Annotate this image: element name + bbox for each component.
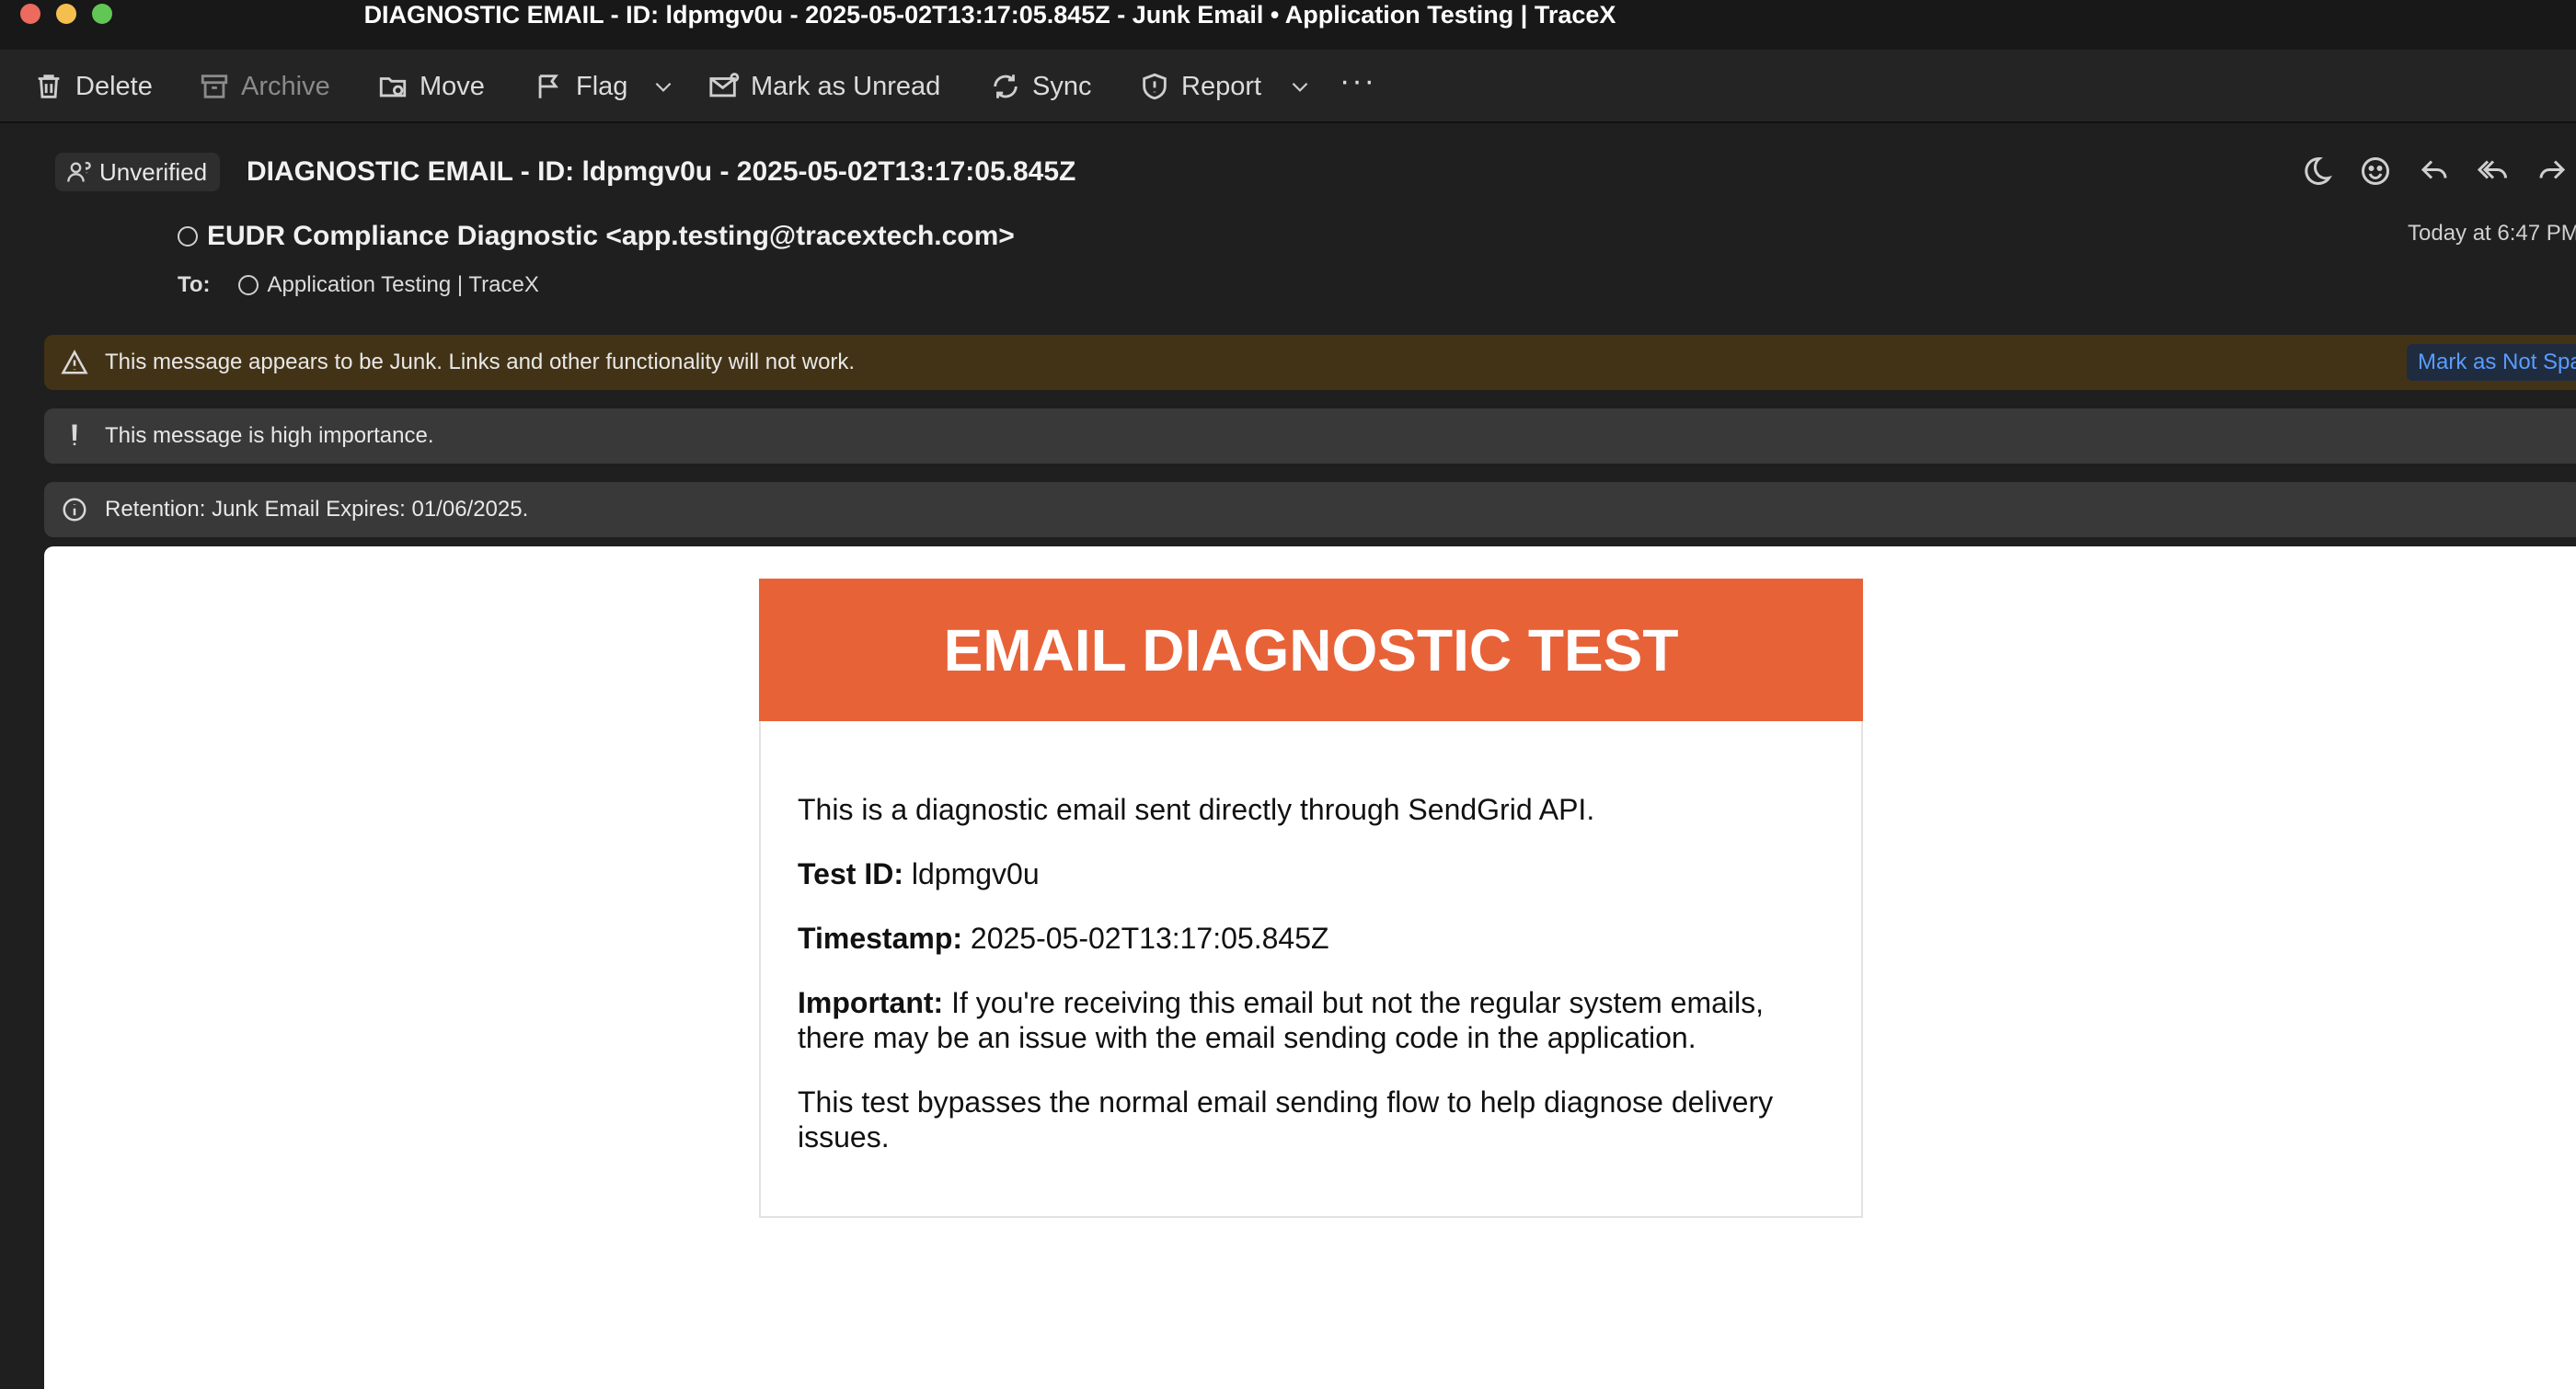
unverified-label: Unverified	[99, 157, 208, 186]
important-line: Important: If you're receiving this emai…	[798, 985, 1828, 1055]
junk-warning-banner: This message appears to be Junk. Links a…	[44, 335, 2576, 390]
important-text: If you're receiving this email but not t…	[798, 986, 1765, 1054]
importance-text: This message is high importance.	[105, 423, 434, 448]
exclamation-icon	[72, 424, 77, 445]
forward-icon[interactable]	[2536, 155, 2569, 188]
sync-label: Sync	[1032, 71, 1092, 101]
recipient-row: To: Application Testing | TraceX	[178, 272, 539, 298]
test-id-label: Test ID:	[798, 857, 903, 890]
message-body-pane: EMAIL DIAGNOSTIC TEST This is a diagnost…	[44, 546, 2576, 1389]
chevron-down-icon	[655, 82, 672, 92]
flag-button[interactable]: Flag	[534, 66, 627, 107]
window-title: DIAGNOSTIC EMAIL - ID: ldpmgv0u - 2025-0…	[363, 1, 1616, 29]
archive-button[interactable]: Archive	[199, 66, 330, 107]
message-toolbar: Delete Archive Move Flag Mark as Unread …	[0, 50, 2576, 123]
timestamp-label: Timestamp:	[798, 922, 963, 955]
flag-label: Flag	[576, 71, 628, 101]
to-label: To:	[178, 272, 211, 297]
trash-icon	[38, 75, 60, 98]
flag-icon	[538, 75, 558, 98]
emoji-reaction-icon[interactable]	[2359, 155, 2392, 188]
message-date: Today at 6:47 PM	[2408, 221, 2576, 246]
shield-icon	[1143, 73, 1167, 100]
junk-warning-text: This message appears to be Junk. Links a…	[105, 350, 856, 374]
window-titlebar: DIAGNOSTIC EMAIL - ID: ldpmgv0u - 2025-0…	[0, 0, 2576, 50]
move-button[interactable]: Move	[377, 66, 485, 107]
warning-triangle-icon	[61, 350, 88, 374]
retention-banner: Retention: Junk Email Expires: 01/06/202…	[44, 482, 2576, 537]
timestamp-line: Timestamp: 2025-05-02T13:17:05.845Z	[798, 921, 1828, 956]
email-header-band: EMAIL DIAGNOSTIC TEST	[759, 579, 1863, 721]
timestamp-value: 2025-05-02T13:17:05.845Z	[962, 922, 1329, 955]
mark-unread-label: Mark as Unread	[751, 71, 941, 101]
report-button[interactable]: Report	[1139, 66, 1261, 107]
unverified-person-icon	[67, 162, 91, 182]
envelope-dot-icon	[709, 73, 740, 98]
sender-avatar	[178, 226, 198, 247]
unverified-badge[interactable]: Unverified	[55, 153, 221, 191]
flag-options-dropdown[interactable]	[651, 66, 675, 107]
bypass-line: This test bypasses the normal email send…	[798, 1085, 1774, 1154]
email-intro: This is a diagnostic email sent directly…	[798, 793, 1595, 826]
mark-not-spam-button[interactable]: Mark as Not Spam	[2407, 344, 2576, 381]
delete-label: Delete	[75, 71, 153, 101]
archive-box-icon	[201, 75, 228, 98]
header-actions	[2300, 155, 2569, 188]
test-id-value: ldpmgv0u	[903, 857, 1040, 890]
email-content: This is a diagnostic email sent directly…	[798, 792, 1828, 1184]
sync-icon	[994, 75, 1018, 98]
test-id-line: Test ID: ldpmgv0u	[798, 856, 1828, 891]
folder-move-icon	[379, 77, 407, 98]
report-options-dropdown[interactable]	[1288, 66, 1312, 107]
recipient-name[interactable]: Application Testing | TraceX	[268, 272, 539, 298]
mark-unread-button[interactable]: Mark as Unread	[708, 66, 940, 107]
moon-icon[interactable]	[2300, 155, 2333, 188]
report-label: Report	[1181, 71, 1262, 101]
email-card: EMAIL DIAGNOSTIC TEST This is a diagnost…	[759, 579, 1863, 1218]
retention-text: Retention: Junk Email Expires: 01/06/202…	[105, 497, 529, 522]
message-subject: DIAGNOSTIC EMAIL - ID: ldpmgv0u - 2025-0…	[247, 156, 1076, 187]
message-header: Unverified DIAGNOSTIC EMAIL - ID: ldpmgv…	[0, 125, 2576, 332]
reply-icon[interactable]	[2418, 155, 2451, 188]
important-label: Important:	[798, 986, 944, 1019]
sync-button[interactable]: Sync	[990, 66, 1091, 107]
info-icon	[63, 498, 86, 522]
sender-name: EUDR Compliance Diagnostic <app.testing@…	[207, 221, 1015, 251]
importance-banner: This message is high importance.	[44, 408, 2576, 464]
archive-label: Archive	[241, 71, 330, 101]
recipient-avatar	[237, 275, 259, 295]
move-label: Move	[420, 71, 485, 101]
more-actions-button[interactable]: ···	[1340, 61, 1376, 101]
email-header-title: EMAIL DIAGNOSTIC TEST	[943, 616, 1679, 683]
delete-button[interactable]: Delete	[33, 66, 153, 107]
reply-all-icon[interactable]	[2477, 155, 2510, 188]
chevron-down-icon	[1292, 82, 1308, 92]
sender-row[interactable]: EUDR Compliance Diagnostic <app.testing@…	[178, 221, 1015, 252]
